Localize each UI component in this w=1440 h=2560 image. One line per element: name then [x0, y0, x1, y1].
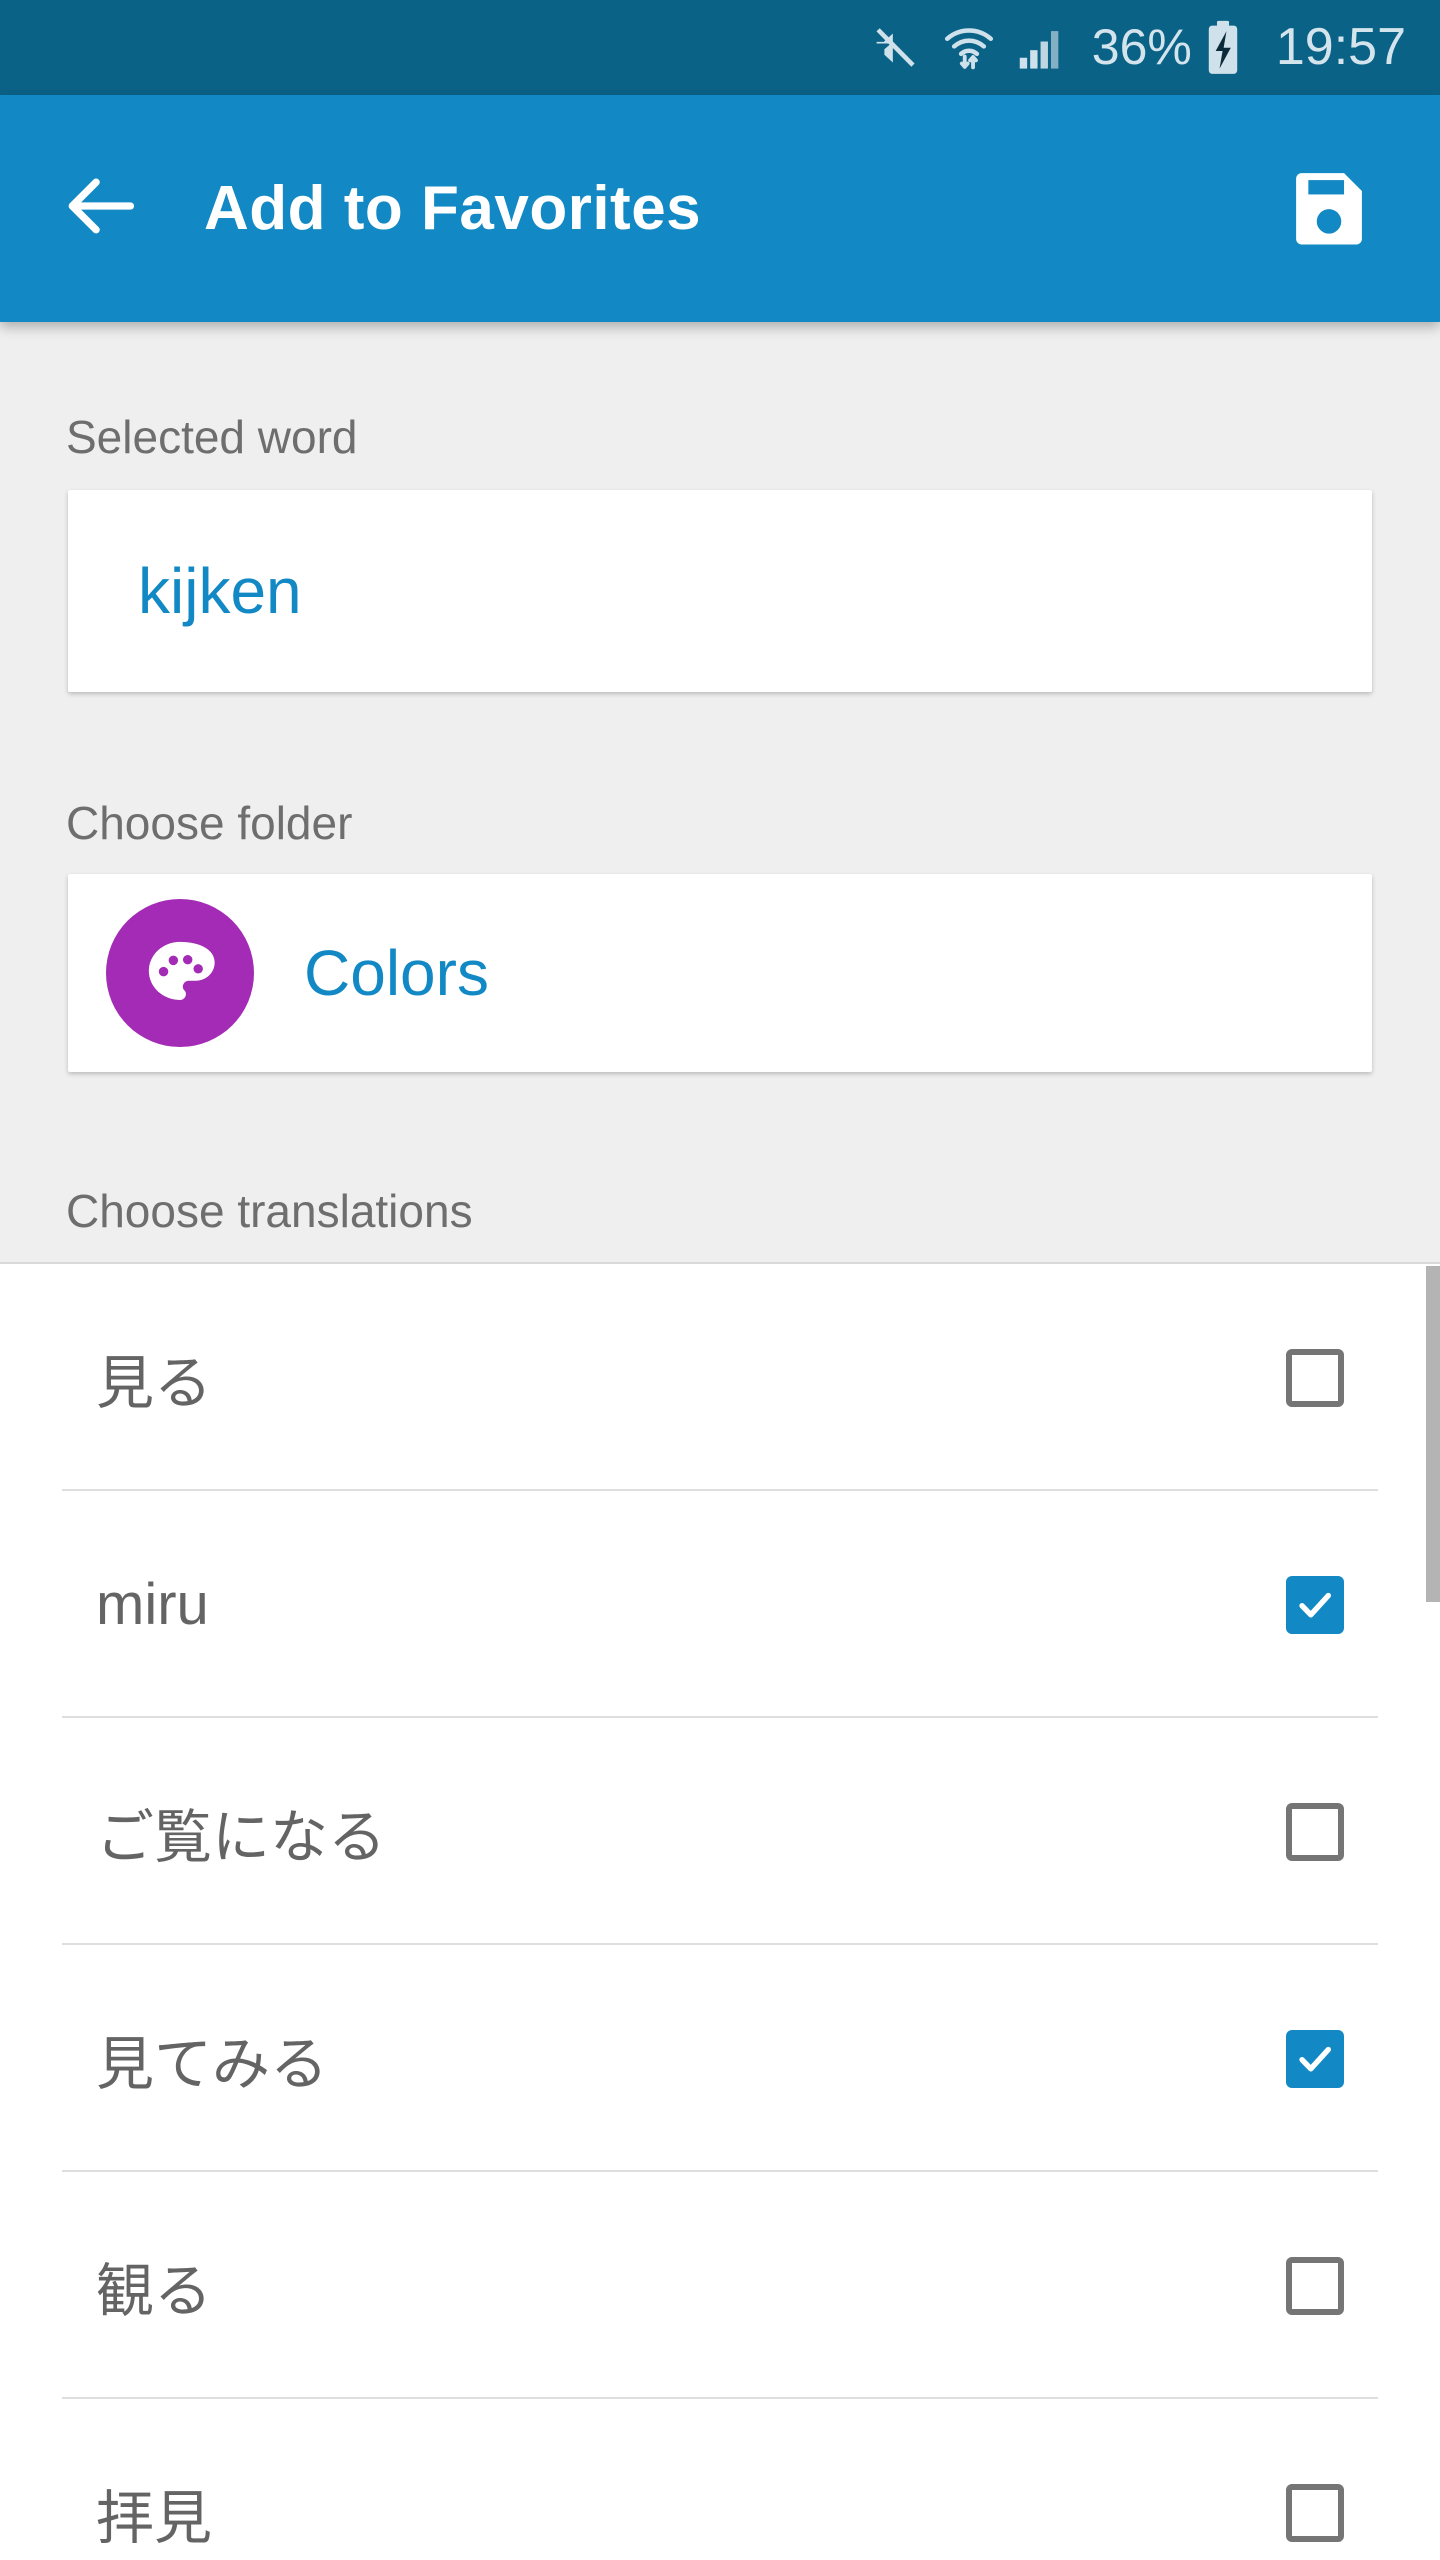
app-screen: 36% 19:57 Add to Favorites Selected word… [0, 0, 1440, 2560]
checkbox-unchecked-icon[interactable] [1286, 2256, 1344, 2315]
checkbox-checked-icon[interactable] [1286, 2029, 1344, 2088]
form-section: Selected word kijken Choose folder Color… [0, 322, 1440, 1264]
save-button[interactable] [1274, 95, 1384, 322]
status-bar-icons: 36% 19:57 [858, 0, 1406, 95]
translation-label: 見る [96, 1350, 213, 1416]
choose-folder-label: Choose folder [66, 797, 353, 849]
list-scrollbar[interactable] [1426, 1264, 1440, 2560]
translation-row[interactable]: miru [0, 1491, 1440, 1718]
translation-row[interactable]: 拝見 [0, 2399, 1440, 2560]
status-bar: 36% 19:57 [0, 0, 1440, 95]
translation-label: 見てみる [96, 2031, 329, 2097]
battery-charging-icon [1196, 0, 1250, 95]
folder-selector[interactable]: Colors [68, 874, 1372, 1072]
translation-row[interactable]: 見てみる [0, 1945, 1440, 2172]
translation-label: 拝見 [96, 2485, 213, 2551]
page-title: Add to Favorites [204, 174, 702, 243]
translation-label: 観る [96, 2258, 213, 2324]
app-bar: Add to Favorites [0, 95, 1440, 322]
list-scrollbar-thumb[interactable] [1426, 1266, 1440, 1602]
translation-label: ご覧になる [96, 1804, 387, 1870]
choose-translations-label: Choose translations [66, 1185, 473, 1237]
signal-icon [1006, 0, 1076, 95]
selected-word-label: Selected word [66, 411, 358, 463]
translation-row[interactable]: ご覧になる [0, 1718, 1440, 1945]
checkbox-checked-icon[interactable] [1286, 1575, 1344, 1634]
checkbox-unchecked-icon[interactable] [1286, 2483, 1344, 2542]
arrow-left-icon [59, 164, 143, 253]
translations-list[interactable]: 見る miru ご覧になる見てみる観る拝見 [0, 1264, 1440, 2560]
palette-icon [106, 899, 254, 1047]
back-button[interactable] [36, 95, 166, 322]
battery-percent-label: 36% [1091, 19, 1192, 75]
translation-row[interactable]: 見る [0, 1264, 1440, 1491]
selected-word-value: kijken [138, 555, 302, 627]
selected-word-field[interactable]: kijken [68, 490, 1372, 692]
checkbox-unchecked-icon[interactable] [1286, 1348, 1344, 1407]
checkbox-unchecked-icon[interactable] [1286, 1802, 1344, 1861]
section-divider [0, 1262, 1440, 1264]
folder-name-label: Colors [304, 937, 489, 1009]
floppy-save-icon [1287, 164, 1371, 253]
translation-label: miru [96, 1572, 209, 1637]
clock-label: 19:57 [1275, 18, 1406, 76]
wifi-icon [932, 0, 1006, 95]
translation-row[interactable]: 観る [0, 2172, 1440, 2399]
mute-icon [858, 0, 932, 95]
